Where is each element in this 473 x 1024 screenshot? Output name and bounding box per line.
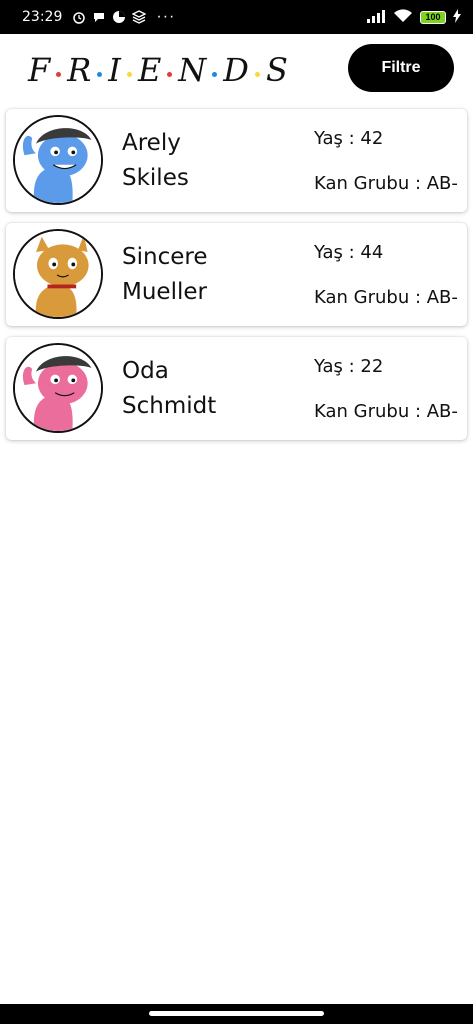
pink-cat-bandana-icon [15,345,101,431]
blue-cat-bandana-icon [15,117,101,203]
logo-letter: S [265,51,288,89]
nav-bar [0,1004,473,1024]
logo-dot [254,71,260,77]
friend-name: Oda Schmidt [122,354,302,424]
status-bar: 23:29 ··· 100 [0,0,473,34]
friends-list: Arely Skiles Yaş : 42 Kan Grubu : AB- Si… [6,109,467,451]
friend-card[interactable]: Oda Schmidt Yaş : 22 Kan Grubu : AB- [6,337,467,440]
friend-age: Yaş : 44 [314,242,384,263]
first-name: Arely [122,130,181,156]
logo-letter: E [137,51,162,89]
logo-letter: N [178,51,207,89]
charging-icon [453,8,461,26]
friends-logo: FRIENDS [28,50,288,90]
last-name: Mueller [122,279,207,305]
app-header: FRIENDS Filtre [0,34,473,104]
friend-blood-type: Kan Grubu : AB- [314,401,458,422]
logo-dot [97,71,103,77]
alarm-icon [72,10,86,24]
layers-icon [132,10,147,24]
filter-button[interactable]: Filtre [348,44,454,92]
logo-dot [56,71,62,77]
status-left: 23:29 ··· [22,8,175,26]
logo-dot [167,71,173,77]
friend-age: Yaş : 22 [314,356,384,377]
first-name: Sincere [122,244,208,270]
friend-card[interactable]: Arely Skiles Yaş : 42 Kan Grubu : AB- [6,109,467,212]
battery-icon: 100 [420,10,446,24]
status-time: 23:29 [22,9,63,25]
status-right: 100 [366,8,461,26]
pie-icon [112,10,126,24]
logo-letter: D [223,51,249,89]
avatar [13,343,103,433]
home-indicator[interactable] [149,1011,324,1016]
logo-dot [212,71,218,77]
chat-icon [92,10,106,24]
friend-card[interactable]: Sincere Mueller Yaş : 44 Kan Grubu : AB- [6,223,467,326]
friend-name: Arely Skiles [122,126,302,196]
friend-age: Yaş : 42 [314,128,384,149]
logo-letter: I [108,51,121,89]
friend-blood-type: Kan Grubu : AB- [314,173,458,194]
last-name: Skiles [122,165,189,191]
friend-blood-type: Kan Grubu : AB- [314,287,458,308]
avatar [13,115,103,205]
avatar [13,229,103,319]
friend-name: Sincere Mueller [122,240,302,310]
first-name: Oda [122,358,169,384]
more-dots: ··· [156,8,176,25]
wifi-icon [393,8,413,26]
last-name: Schmidt [122,393,217,419]
signal-icon [366,9,386,26]
logo-letter: F [28,51,51,89]
logo-letter: R [67,51,92,89]
orange-cat-icon [15,231,101,317]
logo-dot [126,71,132,77]
